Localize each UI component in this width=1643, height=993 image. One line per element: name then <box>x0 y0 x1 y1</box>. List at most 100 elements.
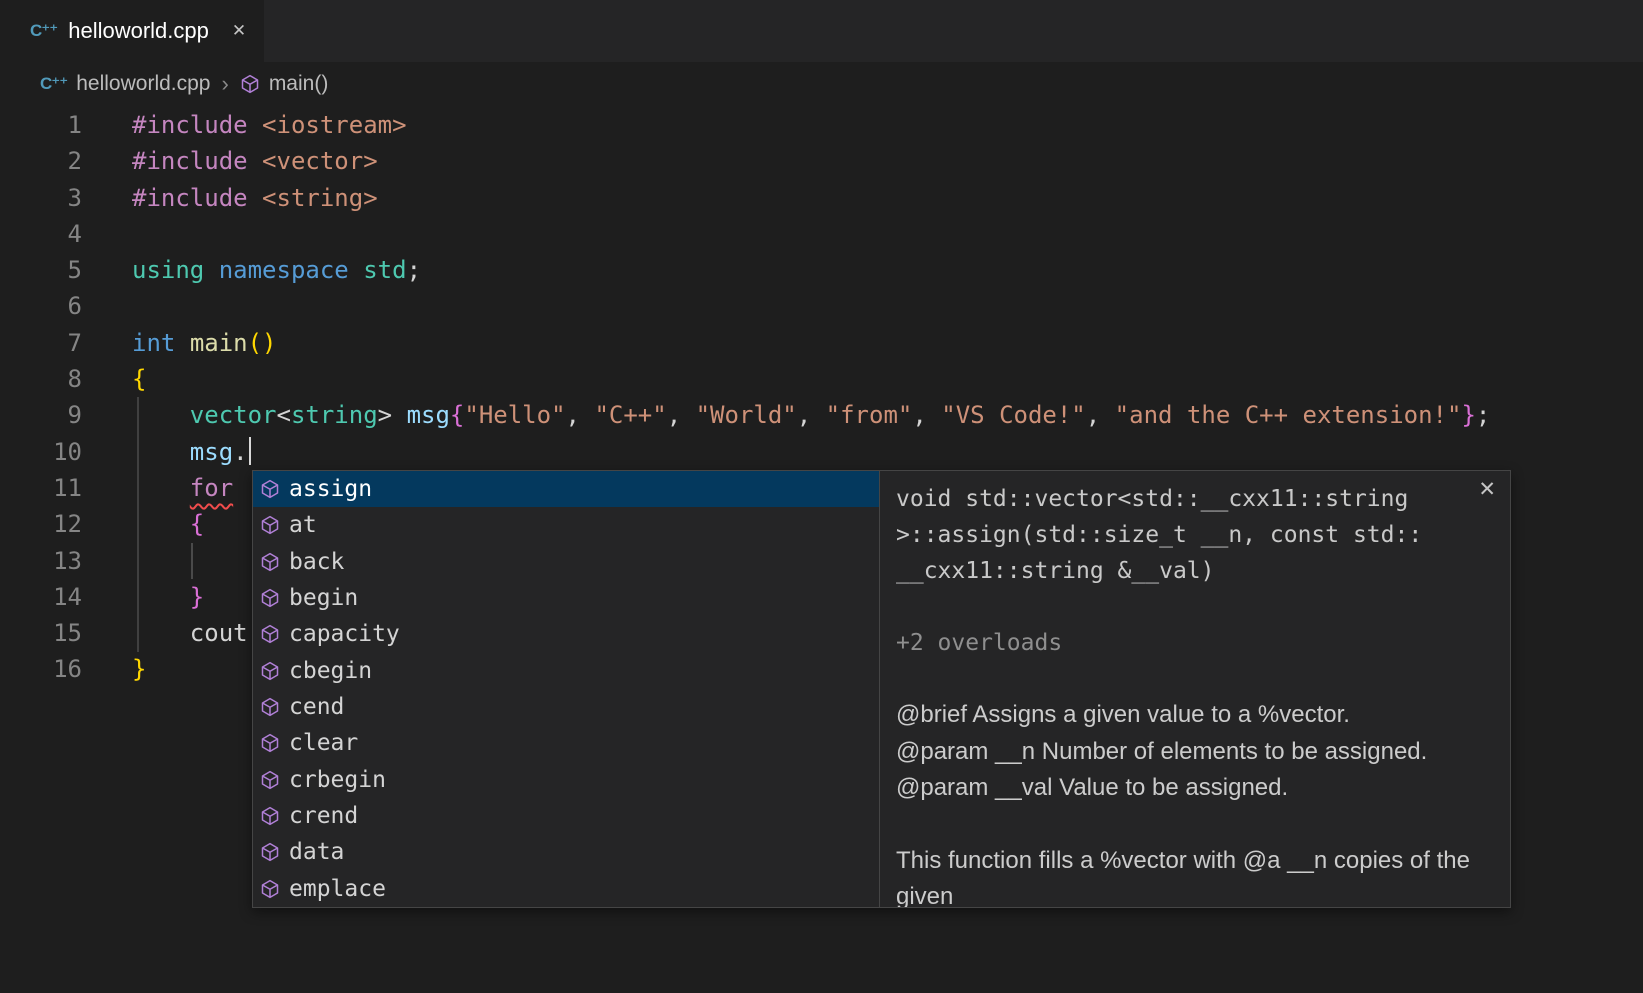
line-number: 3 <box>0 180 82 216</box>
code-token: , <box>566 401 595 429</box>
code-line[interactable]: 9 vector<string> msg{"Hello", "C++", "Wo… <box>0 397 1643 433</box>
code-line[interactable]: 4 <box>0 216 1643 252</box>
suggestion-item-crend[interactable]: crend <box>253 798 879 834</box>
suggestion-label: crbegin <box>289 767 386 793</box>
code-line[interactable]: 1#include <iostream> <box>0 107 1643 143</box>
code-line[interactable]: 10 msg. <box>0 434 1643 470</box>
suggestion-item-cend[interactable]: cend <box>253 689 879 725</box>
code-text <box>82 543 132 579</box>
code-token: , <box>1086 401 1115 429</box>
code-text: vector<string> msg{"Hello", "C++", "Worl… <box>82 397 1490 433</box>
symbol-method-icon <box>260 842 280 862</box>
line-number: 1 <box>0 107 82 143</box>
suggestion-item-back[interactable]: back <box>253 544 879 580</box>
code-token: , <box>667 401 696 429</box>
suggest-widget: assignatbackbegin capacity cbegincend clear… <box>252 470 1511 908</box>
code-token <box>132 474 190 502</box>
code-token: #include <box>132 111 248 139</box>
code-line[interactable]: 5using namespace std; <box>0 252 1643 288</box>
code-token: cout <box>190 619 248 647</box>
suggestion-item-capacity[interactable]: capacity <box>253 616 879 652</box>
suggestion-item-clear[interactable]: clear <box>253 725 879 761</box>
code-token: for <box>190 474 233 502</box>
breadcrumb-symbol[interactable]: main() <box>269 72 329 96</box>
code-token: #include <box>132 147 248 175</box>
line-number: 13 <box>0 543 82 579</box>
code-token <box>175 329 189 357</box>
code-text: using namespace std; <box>82 252 421 288</box>
code-text <box>82 216 132 252</box>
symbol-method-icon <box>260 697 280 717</box>
code-token: { <box>450 401 464 429</box>
code-token: vector <box>190 401 277 429</box>
suggestion-item-at[interactable]: at <box>253 507 879 543</box>
line-number: 6 <box>0 288 82 324</box>
code-token: ; <box>1476 401 1490 429</box>
code-token <box>204 256 218 284</box>
tab-close-icon[interactable]: ✕ <box>232 21 246 41</box>
code-line[interactable]: 6 <box>0 288 1643 324</box>
cpp-file-icon: C⁺⁺ <box>30 21 57 41</box>
code-token: , <box>797 401 826 429</box>
line-number: 16 <box>0 651 82 687</box>
code-token: string <box>291 401 378 429</box>
tab-title: helloworld.cpp <box>68 18 209 44</box>
line-number: 15 <box>0 615 82 651</box>
code-token: "Hello" <box>464 401 565 429</box>
code-text: int main() <box>82 325 277 361</box>
suggestion-label: clear <box>289 730 358 756</box>
code-token <box>248 184 262 212</box>
line-number: 7 <box>0 325 82 361</box>
code-token: } <box>132 655 146 683</box>
code-token: "World" <box>696 401 797 429</box>
suggestion-item-crbegin[interactable]: crbegin <box>253 762 879 798</box>
docs-line: @param __val Value to be assigned. <box>896 770 1494 807</box>
code-token: ; <box>407 256 421 284</box>
line-number: 12 <box>0 506 82 542</box>
docs-line: +2 overloads <box>896 625 1494 661</box>
line-number: 8 <box>0 361 82 397</box>
suggestion-label: emplace <box>289 876 386 902</box>
docs-line: __cxx11::string &__val) <box>896 553 1494 589</box>
code-text: } <box>82 579 204 615</box>
code-token: int <box>132 329 175 357</box>
code-token: using <box>132 256 204 284</box>
symbol-method-icon <box>260 661 280 681</box>
code-text: #include <vector> <box>82 143 378 179</box>
breadcrumb-file[interactable]: helloworld.cpp <box>76 72 210 96</box>
symbol-method-icon <box>260 515 280 535</box>
code-text: } <box>82 651 146 687</box>
code-token <box>132 583 190 611</box>
symbol-method-icon <box>260 806 280 826</box>
docs-line: void std::vector<std::__cxx11::string <box>896 481 1494 517</box>
line-number: 9 <box>0 397 82 433</box>
suggestion-label: capacity <box>289 621 400 647</box>
suggestion-item-assign[interactable]: assign <box>253 471 879 507</box>
suggestion-item-data[interactable]: data <box>253 834 879 870</box>
code-token: msg <box>407 401 450 429</box>
symbol-method-icon <box>260 733 280 753</box>
symbol-method-icon <box>260 479 280 499</box>
code-line[interactable]: 3#include <string> <box>0 180 1643 216</box>
docs-line <box>896 589 1494 625</box>
code-line[interactable]: 7int main() <box>0 325 1643 361</box>
suggest-list: assignatbackbegin capacity cbegincend clear… <box>253 471 879 907</box>
code-line[interactable]: 2#include <vector> <box>0 143 1643 179</box>
suggestion-item-cbegin[interactable]: cbegin <box>253 653 879 689</box>
code-text: { <box>82 361 146 397</box>
suggestion-item-emplace[interactable]: emplace <box>253 871 879 907</box>
docs-close-icon[interactable]: ✕ <box>1478 477 1496 502</box>
text-cursor <box>249 437 252 465</box>
code-token: < <box>277 401 291 429</box>
suggestion-item-begin[interactable]: begin <box>253 580 879 616</box>
code-text: msg. <box>82 434 251 470</box>
symbol-method-icon <box>260 588 280 608</box>
code-token: main <box>190 329 248 357</box>
code-line[interactable]: 8{ <box>0 361 1643 397</box>
code-token <box>132 510 190 538</box>
tab-helloworld-cpp[interactable]: C⁺⁺ helloworld.cpp ✕ <box>0 0 264 62</box>
code-token: <vector> <box>262 147 378 175</box>
breadcrumb: C⁺⁺ helloworld.cpp › main() <box>0 62 1643 105</box>
docs-line: @param __n Number of elements to be assi… <box>896 734 1494 771</box>
docs-line <box>896 661 1494 697</box>
